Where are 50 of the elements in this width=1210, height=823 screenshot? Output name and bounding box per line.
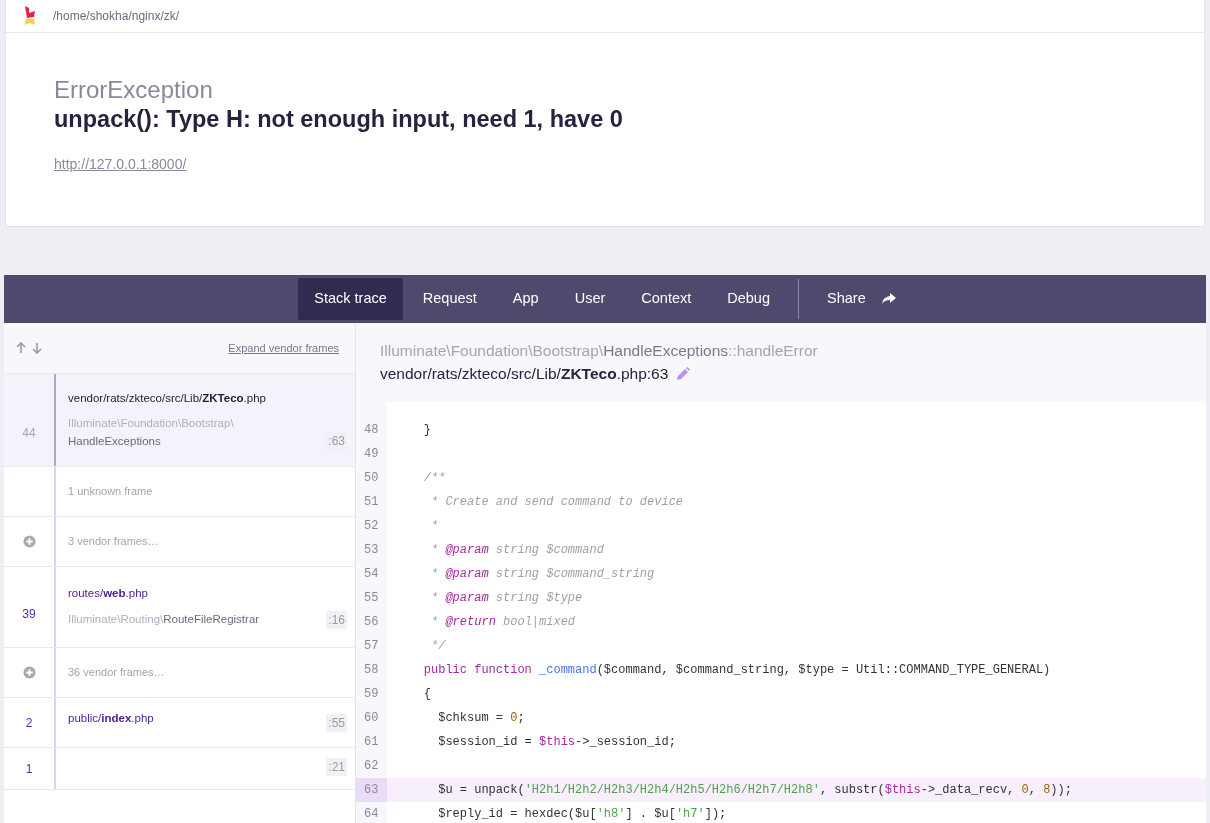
exception-message: unpack(): Type H: not enough input, need 1, have 0 — [54, 104, 624, 134]
frame-class: Illuminate\Routing\RouteFileRegistrar — [68, 612, 260, 628]
code-line: } — [422, 422, 431, 439]
unknown-frame-label: 1 unknown frame — [68, 484, 154, 500]
expand-vendor-frames-link[interactable]: Expand vendor frames — [228, 339, 339, 357]
code-line: * Create and send command to device — [430, 494, 684, 511]
code-line: $chksum = 0; — [437, 710, 525, 727]
share-arrow-icon — [881, 293, 896, 305]
frame-number: 1 — [25, 761, 33, 778]
code-line: * — [430, 518, 439, 535]
file-path: vendor/rats/zkteco/src/Lib/ZKTeco.php:63 — [380, 364, 669, 385]
frame-number: 39 — [22, 606, 36, 623]
sort-arrows-icon[interactable] — [16, 342, 42, 354]
frame-file: vendor/rats/zkteco/src/Lib/ZKTeco.php — [68, 391, 267, 407]
code-line: * @return bool|mixed — [430, 614, 576, 631]
tab[interactable]: Stack trace — [298, 278, 403, 320]
code-line: /** — [422, 470, 446, 487]
code-line: * @param string $command — [430, 542, 604, 559]
frame-file: routes/web.php — [68, 586, 149, 602]
expand-plus-icon[interactable] — [22, 535, 36, 548]
logo-icon — [24, 6, 36, 26]
stack-frame[interactable]: 39 routes/web.php Illuminate\Routing\RouteFileRegistrar :16 — [4, 567, 355, 648]
frame-file: public/index.php — [68, 710, 154, 726]
code-line: $u = unpack('H2h1/H2h2/H2h3/H2h4/H2h5/H2h6/H2h7/H2h8', substr($this->_data_recv, 0, 8)); — [437, 782, 1072, 799]
frame-number: 2 — [25, 714, 33, 732]
line-number: 63 — [356, 778, 387, 802]
tab[interactable]: Request — [406, 278, 493, 320]
request-url-link[interactable]: http://127.0.0.1:8000/ — [54, 154, 187, 176]
code-line: $reply_id = hexdec($u['h8'] . $u['h7']); — [437, 806, 727, 823]
location-path: /home/shokha/nginx/zk/ — [53, 8, 180, 25]
tab[interactable]: Context — [625, 278, 708, 320]
tab[interactable]: User — [558, 278, 622, 320]
frame-number: 44 — [22, 425, 36, 442]
tab[interactable]: App — [496, 278, 555, 320]
code-line: */ — [430, 638, 446, 655]
tab[interactable]: Debug — [711, 278, 786, 320]
code-line: $session_id = $this->_session_id; — [437, 734, 676, 751]
stack-frame[interactable]: 2 public/index.php :55 — [4, 698, 355, 748]
exception-class: ErrorException — [54, 76, 214, 105]
pencil-icon[interactable] — [676, 366, 691, 381]
code-line: public function _command($command, $command_string, $type = Util::COMMAND_TYPE_GENERAL) — [422, 662, 1051, 679]
code-line: { — [422, 686, 431, 703]
exception-location: Illuminate\Foundation\Bootstrap\HandleExceptions::handleError — [380, 341, 819, 361]
stack-frame[interactable]: 1 :21 — [4, 748, 355, 790]
code-line: * @param string $command_string — [430, 566, 655, 583]
stack-frame[interactable]: 44 vendor/rats/zkteco/src/Lib/ZKTeco.php Illuminate\Foundation\Bootstrap\ HandleExceptions :63 — [4, 374, 355, 467]
frame-class: Illuminate\Foundation\Bootstrap\ HandleExceptions — [68, 416, 234, 449]
code-line: * @param string $type — [430, 590, 583, 607]
expand-plus-icon[interactable] — [22, 666, 36, 679]
share-button[interactable]: Share — [811, 278, 912, 320]
